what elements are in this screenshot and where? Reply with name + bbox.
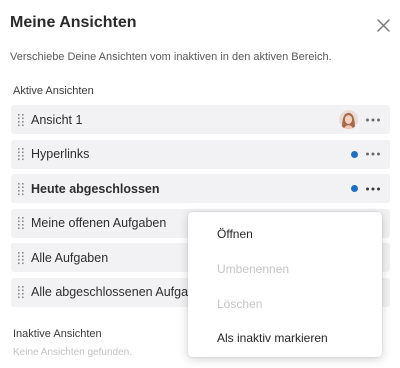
menu-item-mark-inactive[interactable]: Als inaktiv markieren (217, 331, 328, 345)
more-horizontal-icon[interactable] (365, 186, 381, 192)
drag-handle-icon[interactable] (17, 216, 25, 230)
close-icon[interactable] (374, 16, 394, 36)
view-label: Alle Aufgaben (31, 250, 109, 265)
status-dot (351, 150, 358, 158)
dialog-subtitle: Verschiebe Deine Ansichten vom inaktiven… (10, 51, 332, 63)
drag-handle-icon[interactable] (17, 285, 25, 299)
close-button[interactable] (374, 16, 394, 36)
inactive-views-label: Inaktive Ansichten (13, 328, 102, 340)
menu-item-rename: Umbenennen (217, 262, 290, 276)
view-row-hyperlinks[interactable]: Hyperlinks (11, 139, 390, 169)
menu-item-open[interactable]: Öffnen (217, 227, 253, 241)
view-row-heute-abgeschlossen[interactable]: Heute abgeschlossen (11, 174, 390, 203)
view-label: Alle abgeschlossenen Aufgaben (31, 285, 209, 299)
active-views-label: Aktive Ansichten (13, 85, 94, 97)
menu-item-delete: Löschen (217, 297, 263, 311)
more-horizontal-icon[interactable] (365, 117, 381, 123)
inactive-views-empty-text: Keine Ansichten gefunden. (13, 347, 132, 358)
dialog-title: Meine Ansichten (10, 14, 137, 31)
more-horizontal-icon[interactable] (365, 151, 381, 157)
view-label: Hyperlinks (31, 147, 90, 161)
view-label: Meine offenen Aufgaben (31, 216, 167, 230)
context-menu: Öffnen Umbenennen Löschen Als inaktiv ma… (188, 212, 382, 357)
view-label: Heute abgeschlossen (31, 181, 160, 196)
avatar (339, 110, 358, 129)
view-label: Ansicht 1 (31, 112, 83, 127)
view-row-ansicht-1[interactable]: Ansicht 1 (11, 105, 390, 134)
status-dot (351, 185, 358, 192)
drag-handle-icon[interactable] (17, 182, 25, 196)
drag-handle-icon[interactable] (17, 251, 25, 265)
drag-handle-icon[interactable] (17, 113, 25, 127)
drag-handle-icon[interactable] (17, 147, 25, 161)
